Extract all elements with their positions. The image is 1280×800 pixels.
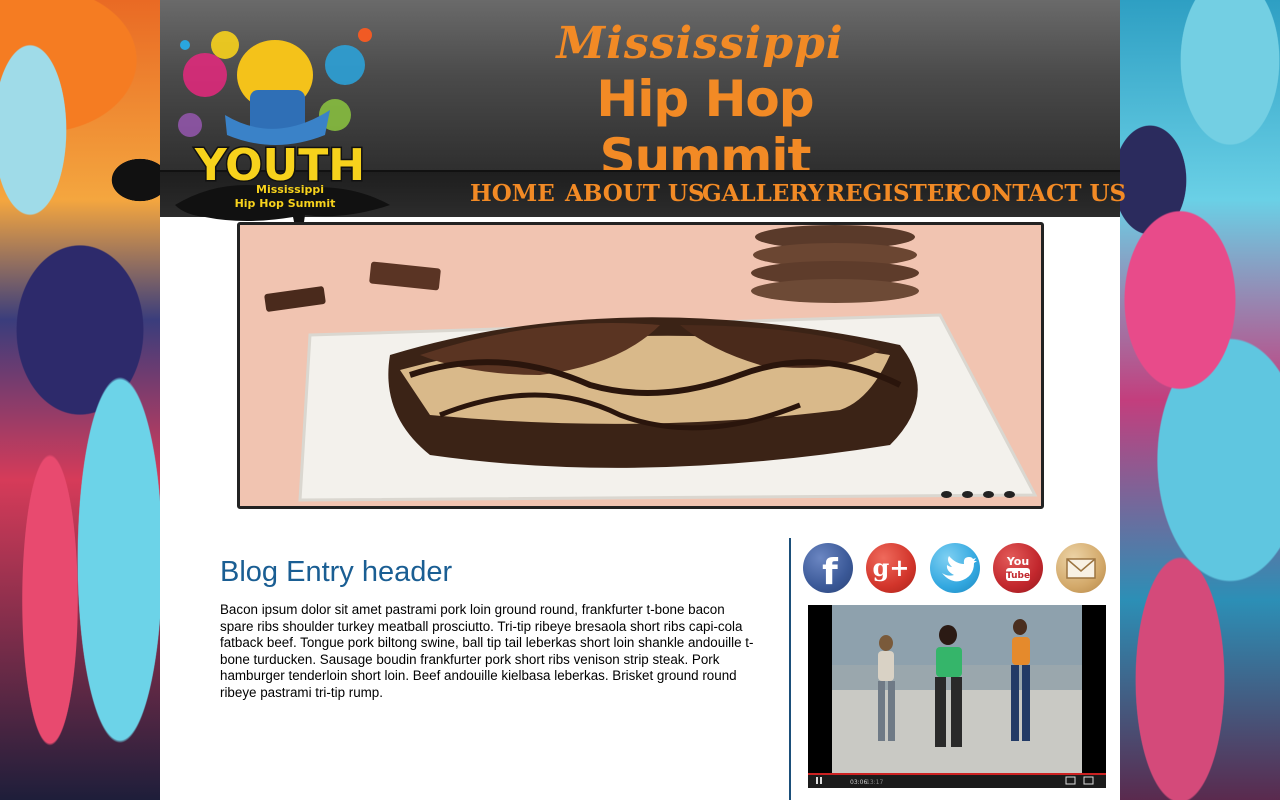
svg-text:g+: g+: [873, 553, 910, 582]
slider-dot-4[interactable]: [1004, 491, 1015, 498]
email-icon[interactable]: [1056, 543, 1106, 593]
content-divider: [789, 538, 791, 800]
logo-line2: Hip Hop Summit: [235, 197, 336, 210]
site-title-main: Hip Hop Summit: [596, 70, 814, 186]
slider-dots: [941, 491, 1015, 498]
nav-register[interactable]: REGISTER: [826, 180, 963, 207]
nav-about-us[interactable]: ABOUT US: [565, 180, 705, 207]
video-time-total: 13:17: [866, 779, 883, 786]
image-slider[interactable]: [237, 222, 1044, 509]
slider-dot-3[interactable]: [983, 491, 994, 498]
youtube-icon[interactable]: You Tube: [993, 543, 1043, 593]
logo-line1: Mississippi: [256, 183, 324, 196]
graffiti-background-right: [1120, 0, 1280, 800]
google-plus-icon[interactable]: g+: [866, 543, 916, 593]
page-container: Mississippi Hip Hop Summit HOME ABOUT US…: [160, 0, 1126, 800]
slider-dot-1[interactable]: [941, 491, 952, 498]
svg-text:You: You: [1006, 555, 1029, 568]
blog-entry-body: Bacon ipsum dolor sit amet pastrami pork…: [220, 602, 754, 700]
nav-home[interactable]: HOME: [470, 180, 555, 207]
video-frame-dancers: 03:06 13:17: [808, 605, 1106, 788]
slider-dot-2[interactable]: [962, 491, 973, 498]
nav-gallery[interactable]: GALLERY: [702, 180, 824, 207]
facebook-icon[interactable]: f: [803, 543, 853, 593]
slide-image-brownie: [240, 225, 1041, 506]
svg-text:Tube: Tube: [1006, 571, 1030, 581]
twitter-icon[interactable]: [930, 543, 980, 593]
graffiti-background-left: [0, 0, 160, 800]
youth-hip-hop-summit-logo[interactable]: YOUTH Mississippi Hip Hop Summit: [165, 5, 395, 255]
video-player[interactable]: 03:06 13:17: [808, 605, 1106, 788]
svg-text:f: f: [822, 552, 838, 593]
site-title-top: Mississippi: [556, 18, 844, 69]
pause-icon[interactable]: [816, 777, 818, 784]
blog-entry-header: Blog Entry header: [220, 556, 453, 588]
nav-contact-us[interactable]: CONTACT US: [953, 180, 1126, 207]
video-time-current: 03:06: [850, 779, 867, 786]
